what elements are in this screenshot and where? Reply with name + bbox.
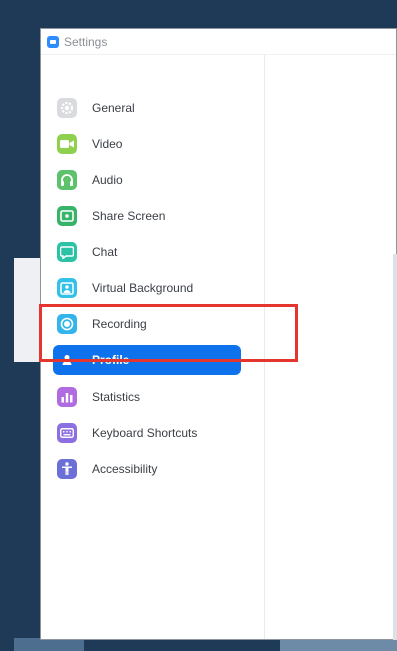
sidebar-item-label: Keyboard Shortcuts bbox=[92, 426, 198, 440]
sidebar-item-label: Video bbox=[92, 137, 123, 151]
accessibility-icon bbox=[57, 459, 77, 479]
bar-chart-icon bbox=[57, 387, 77, 407]
window-title: Settings bbox=[64, 34, 108, 49]
share-screen-icon bbox=[57, 206, 77, 226]
sidebar-item-chat[interactable]: Chat bbox=[53, 237, 241, 267]
sidebar-item-virtual-background[interactable]: Virtual Background bbox=[53, 273, 241, 303]
window-titlebar: Settings bbox=[41, 29, 396, 55]
sidebar-item-label: Virtual Background bbox=[92, 281, 194, 295]
sidebar-item-label: Chat bbox=[92, 245, 118, 259]
sidebar-item-share-screen[interactable]: Share Screen bbox=[53, 201, 241, 231]
sidebar-item-audio[interactable]: Audio bbox=[53, 165, 241, 195]
background-window-edge bbox=[14, 258, 40, 362]
sidebar-item-keyboard-shortcuts[interactable]: Keyboard Shortcuts bbox=[53, 418, 241, 448]
sidebar-item-general[interactable]: General bbox=[53, 93, 241, 123]
zoom-app-icon bbox=[47, 35, 59, 48]
video-camera-icon bbox=[57, 134, 77, 154]
chat-bubble-icon bbox=[57, 242, 77, 262]
sidebar-item-label: Share Screen bbox=[92, 209, 166, 223]
annotation-highlight-box bbox=[39, 304, 298, 362]
sidebar-item-video[interactable]: Video bbox=[53, 129, 241, 159]
background-window-edge-right bbox=[393, 254, 397, 640]
sidebar-item-label: General bbox=[92, 101, 135, 115]
headphones-icon bbox=[57, 170, 77, 190]
sidebar-item-statistics[interactable]: Statistics bbox=[53, 382, 241, 412]
sidebar-item-accessibility[interactable]: Accessibility bbox=[53, 454, 241, 484]
virtual-background-icon bbox=[57, 278, 77, 298]
desktop-background bbox=[0, 0, 14, 651]
sidebar-item-label: Accessibility bbox=[92, 462, 158, 476]
sidebar-item-label: Audio bbox=[92, 173, 123, 187]
gear-icon bbox=[57, 98, 77, 118]
keyboard-icon bbox=[57, 423, 77, 443]
sidebar-item-label: Statistics bbox=[92, 390, 141, 404]
